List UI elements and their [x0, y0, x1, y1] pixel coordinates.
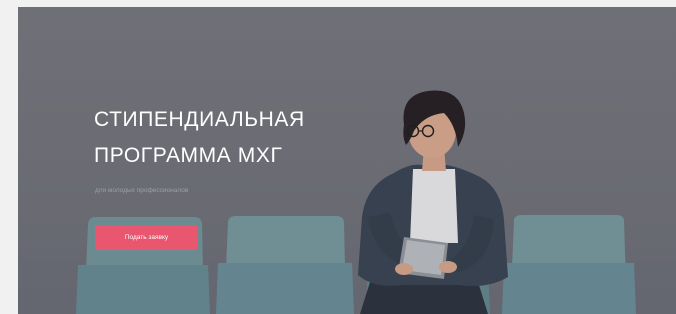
title-line-1: СТИПЕНДИАЛЬНАЯ: [94, 108, 305, 131]
apply-button[interactable]: Подать заявку: [95, 225, 198, 250]
person-illustration: [358, 90, 508, 314]
chair-right: [502, 215, 636, 314]
chair-middle: [216, 216, 354, 314]
hero-subtitle: для молодых профессионалов: [95, 187, 189, 194]
title-line-2: ПРОГРАММА МХГ: [94, 144, 283, 167]
hero-banner: СТИПЕНДИАЛЬНАЯ ПРОГРАММА МХГ для молодых…: [18, 7, 676, 314]
page-title: СТИПЕНДИАЛЬНАЯ ПРОГРАММА МХГ: [94, 102, 305, 174]
